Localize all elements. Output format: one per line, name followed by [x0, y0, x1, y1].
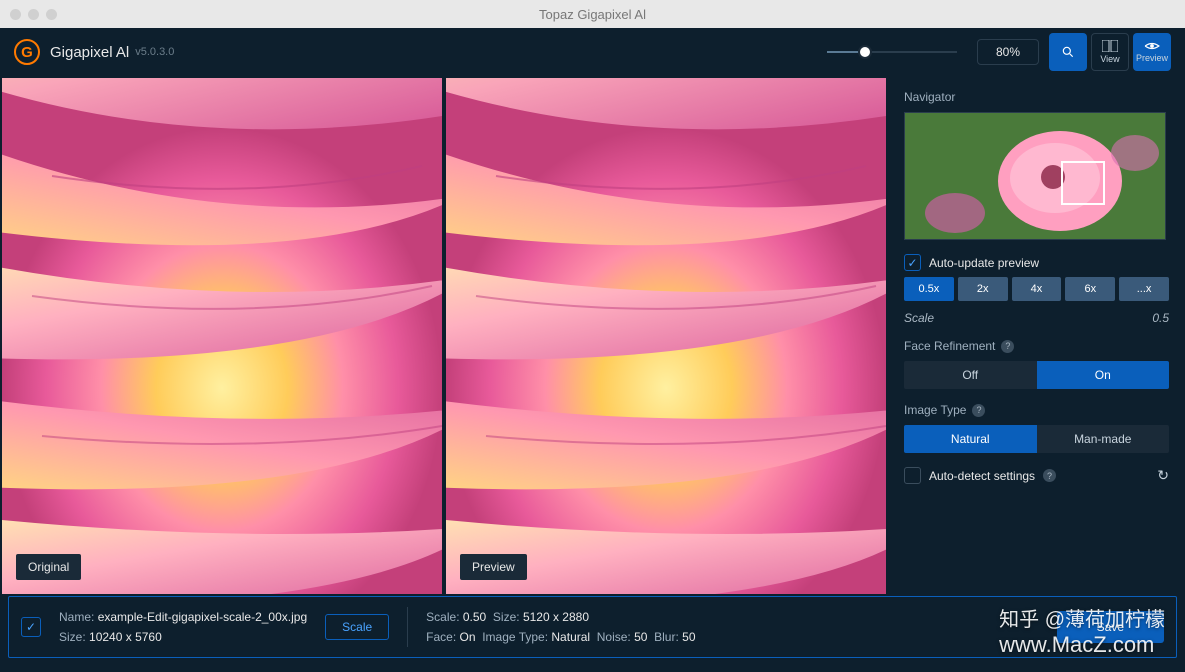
app-header: G Gigapixel Al v5.0.3.0 80% View Preview	[0, 28, 1185, 76]
zoom-button[interactable]	[1049, 33, 1087, 71]
scale-value: 0.5	[1152, 311, 1169, 325]
scale-custom-button[interactable]: ...x	[1119, 277, 1169, 301]
face-refinement-title: Face Refinement	[904, 339, 995, 353]
auto-update-checkbox[interactable]	[904, 254, 921, 271]
scale-6x-button[interactable]: 6x	[1065, 277, 1115, 301]
min-dot-icon[interactable]	[28, 9, 39, 20]
scale-0-5x-button[interactable]: 0.5x	[904, 277, 954, 301]
face-off-button[interactable]: Off	[904, 361, 1037, 389]
type-manmade-button[interactable]: Man-made	[1037, 425, 1170, 453]
navigator-title: Navigator	[904, 90, 1169, 104]
settings-sidebar: Navigator Auto-update preview 0.5x 2x 4x…	[888, 76, 1185, 596]
window-titlebar: Topaz Gigapixel Al	[0, 0, 1185, 28]
navigator-thumbnail[interactable]	[904, 112, 1166, 240]
preview-badge: Preview	[460, 554, 527, 580]
file-size: 10240 x 5760	[89, 630, 162, 644]
help-icon[interactable]: ?	[972, 404, 985, 417]
image-type-title: Image Type	[904, 403, 966, 417]
out-scale: 0.50	[463, 610, 486, 624]
scale-label: Scale	[904, 311, 934, 325]
navigator-selection-icon[interactable]	[1061, 161, 1105, 205]
max-dot-icon[interactable]	[46, 9, 57, 20]
app-name: Gigapixel Al	[50, 44, 129, 61]
auto-update-label: Auto-update preview	[929, 256, 1039, 270]
preview-pane[interactable]: Preview	[446, 78, 886, 594]
auto-detect-checkbox[interactable]	[904, 467, 921, 484]
app-logo-icon: G	[14, 39, 40, 65]
file-select-checkbox[interactable]	[21, 617, 41, 637]
scale-4x-button[interactable]: 4x	[1012, 277, 1062, 301]
close-dot-icon[interactable]	[10, 9, 21, 20]
footer-bar: Name: example-Edit-gigapixel-scale-2_00x…	[8, 596, 1177, 658]
zoom-value[interactable]: 80%	[977, 39, 1039, 65]
original-pane[interactable]: Original	[2, 78, 442, 594]
type-natural-button[interactable]: Natural	[904, 425, 1037, 453]
auto-detect-label: Auto-detect settings	[929, 469, 1035, 483]
reset-icon[interactable]: ↻	[1157, 467, 1169, 484]
zoom-slider[interactable]	[827, 51, 957, 53]
view-mode-button[interactable]: View	[1091, 33, 1129, 71]
app-version: v5.0.3.0	[135, 46, 174, 58]
window-title: Topaz Gigapixel Al	[539, 7, 646, 22]
scale-button[interactable]: Scale	[325, 614, 389, 640]
save-button[interactable]: Save	[1057, 611, 1164, 643]
face-on-button[interactable]: On	[1037, 361, 1170, 389]
scale-2x-button[interactable]: 2x	[958, 277, 1008, 301]
out-size: 5120 x 2880	[523, 610, 589, 624]
help-icon[interactable]: ?	[1043, 469, 1056, 482]
slider-thumb-icon[interactable]	[858, 45, 872, 59]
original-badge: Original	[16, 554, 81, 580]
preview-mode-button[interactable]: Preview	[1133, 33, 1171, 71]
help-icon[interactable]: ?	[1001, 340, 1014, 353]
file-name: example-Edit-gigapixel-scale-2_00x.jpg	[98, 610, 307, 624]
